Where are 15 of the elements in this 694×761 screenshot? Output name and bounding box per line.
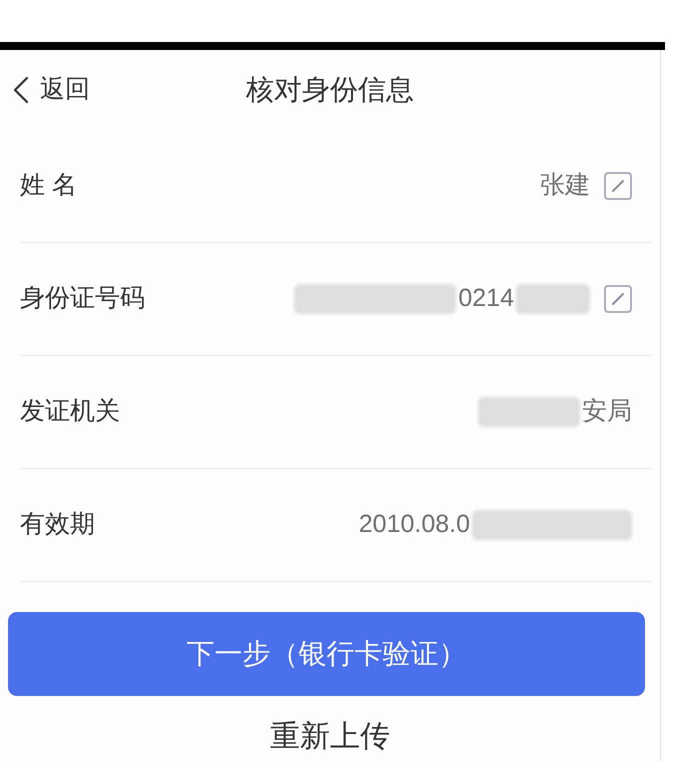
- field-value: 安局: [582, 396, 632, 428]
- next-step-button[interactable]: 下一步（银行卡验证）: [8, 612, 645, 696]
- field-value: 0214: [458, 283, 514, 314]
- field-label: 姓 名: [20, 170, 77, 202]
- field-value: 张建: [540, 170, 590, 202]
- reupload-button[interactable]: 重新上传: [270, 720, 390, 754]
- field-value: 2010.08.0: [358, 509, 470, 540]
- edit-icon[interactable]: [604, 285, 632, 313]
- field-label: 有效期: [20, 509, 95, 540]
- chevron-left-icon: [12, 76, 30, 104]
- field-label: 身份证号码: [20, 283, 145, 314]
- page-title: 核对身份信息: [246, 73, 414, 107]
- field-label: 发证机关: [20, 396, 120, 428]
- edit-icon[interactable]: [604, 172, 632, 200]
- back-button[interactable]: 返回: [0, 71, 90, 109]
